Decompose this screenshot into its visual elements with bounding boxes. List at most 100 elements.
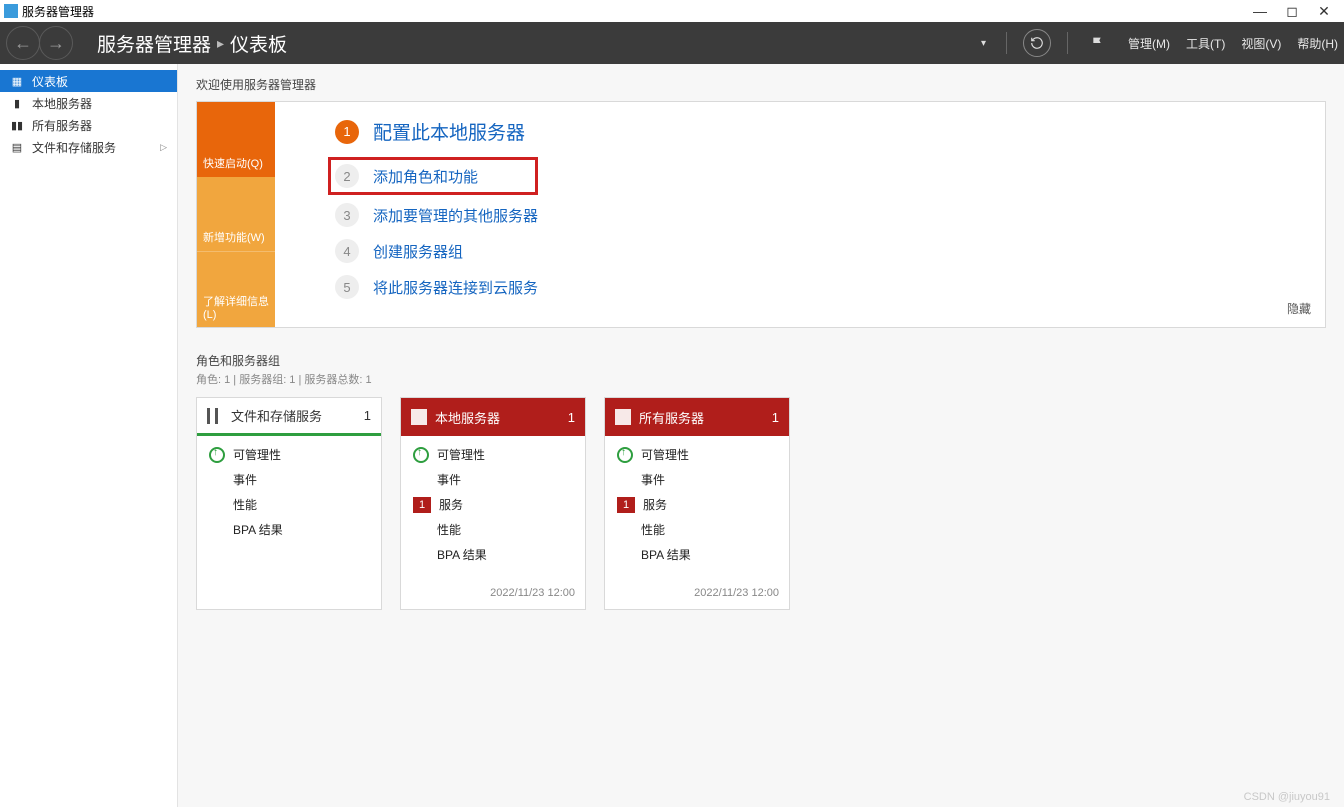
card-local-server[interactable]: 本地服务器 1 可管理性 事件 1 服务 性能 BPA 结果 2022/11/23…	[400, 397, 586, 610]
tab-learn-more[interactable]: 了解详细信息(L)	[197, 251, 275, 327]
row-label: 服务	[643, 496, 667, 513]
welcome-panel: 快速启动(Q) 新增功能(W) 了解详细信息(L) 1 配置此本地服务器 2 添…	[196, 101, 1326, 328]
breadcrumb-root: 服务器管理器	[97, 30, 211, 57]
sidebar-item-file-storage[interactable]: ▤ 文件和存储服务 ▷	[0, 136, 177, 158]
row-manageability[interactable]: 可管理性	[209, 446, 369, 463]
menu-tools[interactable]: 工具(T)	[1186, 35, 1225, 52]
step-add-other-servers[interactable]: 3 添加要管理的其他服务器	[335, 203, 538, 227]
tab-whats-new[interactable]: 新增功能(W)	[197, 177, 275, 252]
step-configure-local-server[interactable]: 1 配置此本地服务器	[335, 118, 538, 145]
nav-forward-button[interactable]: →	[39, 26, 73, 60]
app-icon	[4, 4, 18, 18]
step-number: 3	[335, 203, 359, 227]
dashboard-icon: ▦	[10, 74, 24, 88]
sidebar-item-label: 所有服务器	[32, 117, 92, 134]
row-label: 可管理性	[233, 446, 281, 463]
app-title: 服务器管理器	[22, 3, 94, 20]
dropdown-indicator-icon[interactable]: ▾	[981, 38, 986, 49]
row-label: 服务	[439, 496, 463, 513]
card-title: 文件和存储服务	[231, 406, 322, 425]
row-events[interactable]: 事件	[617, 471, 777, 488]
card-timestamp	[197, 593, 381, 609]
header-bar: ← → 服务器管理器 ▸ 仪表板 ▾ 管理(M) 工具(T) 视图(V) 帮助(…	[0, 22, 1344, 64]
divider	[1006, 32, 1007, 54]
servers-icon: ▮▮	[10, 118, 24, 132]
row-manageability[interactable]: 可管理性	[413, 446, 573, 463]
menu-manage[interactable]: 管理(M)	[1128, 35, 1170, 52]
row-label: 可管理性	[437, 446, 485, 463]
row-performance[interactable]: 性能	[617, 521, 777, 538]
row-services[interactable]: 1 服务	[617, 496, 777, 513]
card-body: 可管理性 事件 性能 BPA 结果	[197, 436, 381, 593]
main-area: ▦ 仪表板 ▮ 本地服务器 ▮▮ 所有服务器 ▤ 文件和存储服务 ▷ 欢迎使用服…	[0, 64, 1344, 807]
flag-icon[interactable]	[1084, 29, 1112, 57]
step-number: 2	[335, 164, 359, 188]
card-timestamp: 2022/11/23 12:00	[605, 581, 789, 609]
row-services[interactable]: 1 服务	[413, 496, 573, 513]
row-label: 事件	[233, 471, 257, 488]
minimize-button[interactable]: —	[1244, 0, 1276, 22]
row-label: BPA 结果	[437, 546, 487, 563]
step-label: 配置此本地服务器	[373, 118, 525, 145]
servers-icon	[615, 409, 631, 425]
step-label: 添加角色和功能	[373, 166, 478, 187]
quick-start-steps: 1 配置此本地服务器 2 添加角色和功能 3 添加要管理的其他服务器 4 创建服…	[275, 102, 568, 327]
expand-icon: ▷	[160, 142, 167, 153]
tab-label: 了解详细信息(L)	[203, 293, 269, 321]
divider	[1067, 32, 1068, 54]
sidebar-item-label: 文件和存储服务	[32, 139, 116, 156]
card-all-servers[interactable]: 所有服务器 1 可管理性 事件 1 服务 性能 BPA 结果 2022/11/23…	[604, 397, 790, 610]
ok-icon	[617, 447, 633, 463]
nav-back-button[interactable]: ←	[6, 26, 40, 60]
groups-title: 角色和服务器组	[196, 352, 1326, 369]
card-timestamp: 2022/11/23 12:00	[401, 581, 585, 609]
alert-badge: 1	[413, 497, 431, 513]
groups-subtitle: 角色: 1 | 服务器组: 1 | 服务器总数: 1	[196, 371, 1326, 387]
step-label: 创建服务器组	[373, 241, 463, 262]
step-create-server-group[interactable]: 4 创建服务器组	[335, 239, 538, 263]
menu-view[interactable]: 视图(V)	[1241, 35, 1281, 52]
close-button[interactable]: ✕	[1308, 0, 1340, 22]
server-icon: ▮	[10, 96, 24, 110]
tab-quick-start[interactable]: 快速启动(Q)	[197, 102, 275, 177]
card-header: 文件和存储服务 1	[197, 398, 381, 436]
hide-link[interactable]: 隐藏	[1287, 300, 1311, 317]
storage-icon	[207, 408, 223, 424]
row-label: BPA 结果	[233, 521, 283, 538]
card-title: 所有服务器	[639, 408, 704, 427]
row-bpa[interactable]: BPA 结果	[617, 546, 777, 563]
window-titlebar: 服务器管理器 — ◻ ✕	[0, 0, 1344, 22]
server-icon	[411, 409, 427, 425]
step-label: 将此服务器连接到云服务	[373, 277, 538, 298]
row-performance[interactable]: 性能	[413, 521, 573, 538]
row-bpa[interactable]: BPA 结果	[209, 521, 369, 538]
card-title: 本地服务器	[435, 408, 500, 427]
sidebar-item-dashboard[interactable]: ▦ 仪表板	[0, 70, 177, 92]
menu-help[interactable]: 帮助(H)	[1297, 35, 1338, 52]
tab-label: 快速启动(Q)	[203, 155, 263, 171]
row-label: 性能	[437, 521, 461, 538]
sidebar-item-local-server[interactable]: ▮ 本地服务器	[0, 92, 177, 114]
card-body: 可管理性 事件 1 服务 性能 BPA 结果	[401, 436, 585, 581]
row-events[interactable]: 事件	[413, 471, 573, 488]
row-performance[interactable]: 性能	[209, 496, 369, 513]
maximize-button[interactable]: ◻	[1276, 0, 1308, 22]
step-add-roles-features[interactable]: 2 添加角色和功能	[328, 157, 538, 195]
row-label: 事件	[437, 471, 461, 488]
card-count: 1	[364, 408, 371, 423]
row-bpa[interactable]: BPA 结果	[413, 546, 573, 563]
row-label: 性能	[233, 496, 257, 513]
breadcrumb-page: 仪表板	[230, 30, 287, 57]
sidebar-item-label: 本地服务器	[32, 95, 92, 112]
card-file-storage[interactable]: 文件和存储服务 1 可管理性 事件 性能 BPA 结果	[196, 397, 382, 610]
welcome-title: 欢迎使用服务器管理器	[196, 76, 1326, 93]
row-label: 事件	[641, 471, 665, 488]
watermark: CSDN @jiuyou91	[1244, 791, 1330, 803]
step-connect-cloud[interactable]: 5 将此服务器连接到云服务	[335, 275, 538, 299]
card-header: 所有服务器 1	[605, 398, 789, 436]
refresh-button[interactable]	[1023, 29, 1051, 57]
sidebar-item-all-servers[interactable]: ▮▮ 所有服务器	[0, 114, 177, 136]
alert-badge: 1	[617, 497, 635, 513]
row-manageability[interactable]: 可管理性	[617, 446, 777, 463]
row-events[interactable]: 事件	[209, 471, 369, 488]
